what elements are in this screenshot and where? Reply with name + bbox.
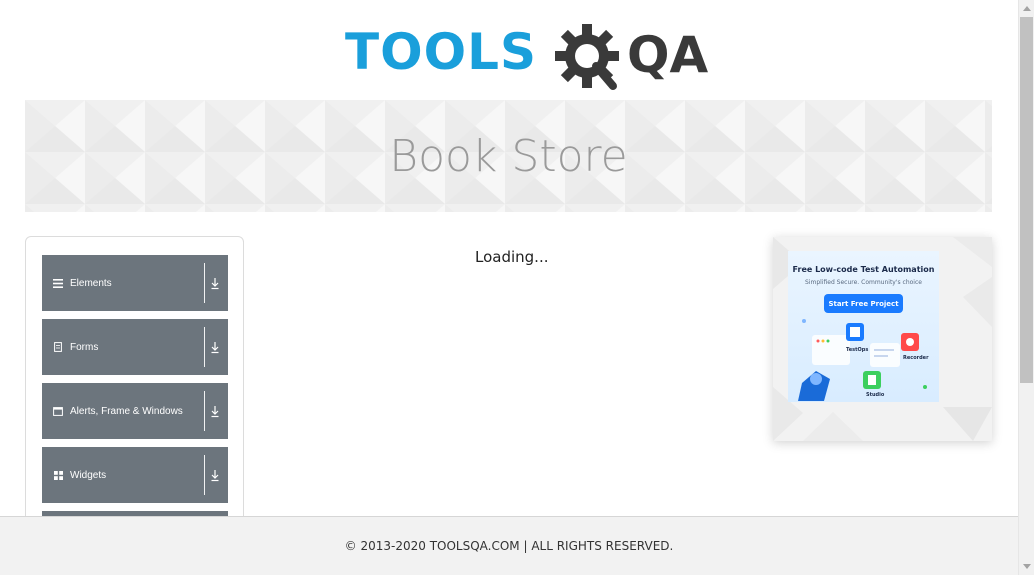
download-arrow-icon[interactable] (210, 276, 220, 290)
logo-text-qa: QA (627, 26, 709, 84)
gear-magnifier-icon (555, 24, 619, 90)
loading-text: Loading... (475, 248, 549, 266)
nav-group-alerts-frame-windows[interactable]: Alerts, Frame & Windows (42, 383, 228, 439)
vertical-scrollbar[interactable] (1018, 0, 1034, 575)
grid-icon (51, 470, 65, 480)
window-icon (51, 406, 65, 416)
footer: © 2013-2020 TOOLSQA.COM | ALL RIGHTS RES… (0, 516, 1018, 575)
nav-group-elements[interactable]: Elements (42, 255, 228, 311)
nav-group-forms[interactable]: Forms (42, 319, 228, 375)
scroll-up-arrow-icon[interactable] (1019, 0, 1034, 17)
divider (204, 455, 205, 495)
divider (204, 391, 205, 431)
ad-label-recorder: Recorder (903, 355, 929, 361)
ad-container: Free Low-code Test Automation Simplified… (773, 237, 992, 441)
ad-banner[interactable]: Free Low-code Test Automation Simplified… (788, 251, 939, 402)
scrollbar-thumb[interactable] (1020, 17, 1033, 383)
hamburger-icon (51, 278, 65, 288)
download-arrow-icon[interactable] (210, 340, 220, 354)
scroll-down-arrow-icon[interactable] (1019, 558, 1034, 575)
logo-text-tools: TOOLS (345, 23, 537, 81)
page-title: Book Store (389, 130, 628, 182)
ad-label-testops: TestOps (846, 347, 869, 353)
ad-illustration (798, 319, 927, 401)
download-arrow-icon[interactable] (210, 468, 220, 482)
document-icon (51, 342, 65, 352)
footer-copyright: © 2013-2020 TOOLSQA.COM | ALL RIGHTS RES… (344, 539, 674, 553)
download-arrow-icon[interactable] (210, 404, 220, 418)
divider (204, 327, 205, 367)
site-logo[interactable]: TOOLS QA (345, 14, 708, 90)
left-panel-nav: Elements Forms Alerts, Frame & Windows W… (25, 236, 244, 536)
ad-label-studio: Studio (866, 392, 885, 398)
page: TOOLS QA Book Store Elements Forms Alert… (0, 0, 1034, 575)
nav-group-widgets[interactable]: Widgets (42, 447, 228, 503)
divider (204, 263, 205, 303)
page-banner: Book Store (25, 100, 992, 212)
